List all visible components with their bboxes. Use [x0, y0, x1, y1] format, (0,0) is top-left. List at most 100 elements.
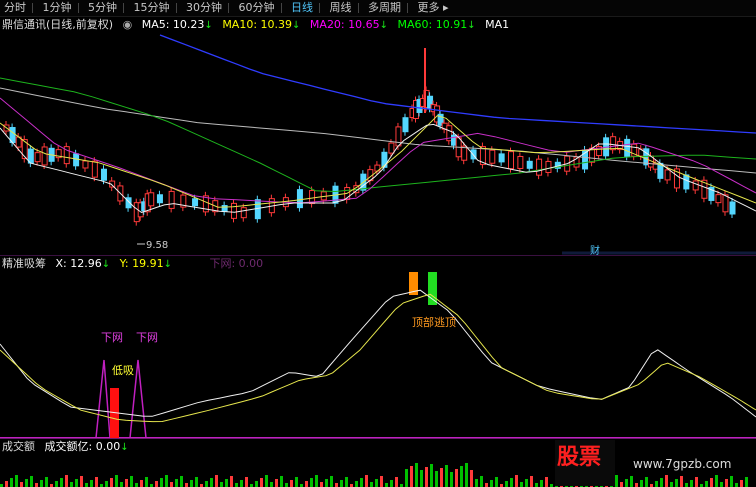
volume-bar [30, 476, 33, 487]
volume-bar [740, 480, 743, 487]
ma-extra-label: MA1 [485, 18, 510, 31]
volume-bar [95, 477, 98, 487]
volume-bar [320, 482, 323, 487]
indicator-x-arrow-icon: ↓ [101, 259, 111, 270]
indicator-header: 精准吸筹 X: 12.96↓ Y: 19.91↓ 下网: 0.00 [0, 256, 756, 272]
volume-bar [680, 476, 683, 487]
volume-bar [175, 479, 178, 487]
watermark-url: www.7gpzb.com [633, 457, 732, 471]
indicator-y-value: Y: 19.91 [119, 257, 164, 270]
volume-bar [470, 470, 473, 487]
volume-bar [710, 478, 713, 487]
ma60-line [0, 77, 756, 193]
volume-bar [195, 477, 198, 487]
volume-bar [215, 475, 218, 487]
indicator-faint-label: 下网: 0.00 [209, 257, 264, 270]
candle-body [296, 189, 303, 209]
candle-body [388, 142, 395, 154]
indicator-chart[interactable]: 下网 下网 低吸 顶部逃顶 [0, 272, 756, 438]
candle-body [156, 194, 163, 204]
volume-bar [405, 469, 408, 487]
top-signal-green-bar [428, 272, 437, 305]
volume-bar [205, 481, 208, 487]
volume-bar [525, 479, 528, 487]
volume-bar [720, 482, 723, 487]
volume-bar [730, 476, 733, 487]
tab-more-label: 更多 [417, 1, 440, 14]
volume-bar [305, 481, 308, 487]
candle-body [91, 160, 98, 178]
down-net-label-2: 下网 [136, 331, 158, 344]
volume-bar [385, 483, 388, 487]
volume-bar [180, 476, 183, 487]
watermark-brand: 股票 [557, 445, 601, 470]
tab-15min[interactable]: 15分钟 [130, 0, 174, 16]
volume-bar [105, 481, 108, 487]
tab-weekly[interactable]: 周线 [326, 0, 356, 16]
fin-report-marker[interactable]: 财 [590, 244, 600, 255]
tab-30min[interactable]: 30分钟 [182, 0, 226, 16]
volume-bar [270, 482, 273, 487]
volume-bar [380, 476, 383, 487]
volume-bar [80, 476, 83, 487]
volume-bar [365, 475, 368, 487]
volume-bar [130, 476, 133, 487]
volume-bar [625, 479, 628, 487]
ma60-label: MA60: 10.91↓ [398, 17, 476, 33]
ma-long-line [159, 34, 756, 134]
volume-bar [425, 467, 428, 487]
candle-body [517, 155, 524, 169]
candle-body [82, 160, 89, 169]
volume-bar [325, 479, 328, 487]
tab-5min[interactable]: 5分钟 [84, 0, 121, 16]
candle-body [230, 202, 237, 219]
candle-body [729, 201, 736, 215]
tab-1min[interactable]: 1分钟 [39, 0, 76, 16]
ma-gray-line [0, 87, 756, 174]
volume-arrow-icon: ↓ [120, 442, 129, 453]
volume-bar [705, 481, 708, 487]
volume-bar [135, 483, 138, 487]
volume-bar [390, 480, 393, 487]
volume-bar [5, 481, 8, 487]
candle-body [461, 145, 468, 161]
volume-bar [45, 477, 48, 487]
settings-circle-icon[interactable]: ◉ [123, 17, 133, 33]
volume-bar [355, 481, 358, 487]
tab-separator [407, 3, 408, 13]
volume-bar [85, 483, 88, 487]
volume-bar [310, 478, 313, 487]
volume-bar [620, 482, 623, 487]
volume-bar [690, 480, 693, 487]
tab-multi-period[interactable]: 多周期 [364, 0, 405, 16]
volume-bar [290, 480, 293, 487]
volume-bar [630, 476, 633, 487]
volume-bar [35, 483, 38, 487]
volume-bar [60, 478, 63, 487]
tab-separator [357, 3, 359, 13]
volume-bar [665, 475, 668, 487]
volume-bar [110, 478, 113, 487]
volume-bar [510, 478, 513, 487]
candle-body [192, 198, 199, 207]
volume-bar [725, 479, 728, 487]
tab-more[interactable]: 更多 ▸ [414, 0, 453, 16]
volume-bar [655, 481, 658, 487]
tab-60min[interactable]: 60分钟 [235, 0, 279, 16]
volume-bar [10, 478, 13, 487]
volume-bar [420, 470, 423, 487]
down-net-label-1: 下网 [101, 331, 123, 344]
volume-bar [540, 480, 543, 487]
volume-bar [660, 478, 663, 487]
tab-daily[interactable]: 日线 [287, 0, 317, 16]
tab-intraday[interactable]: 分时 [0, 0, 30, 16]
indicator-name: 精准吸筹 [2, 257, 46, 270]
candle-body [489, 149, 496, 164]
candlestick-chart[interactable]: 9.58 财 [0, 33, 756, 255]
candle-body [624, 138, 631, 157]
volume-bar [75, 479, 78, 487]
volume-bar [370, 482, 373, 487]
volume-bar [20, 482, 23, 487]
ma10-arrow-icon: ↓ [292, 20, 301, 31]
volume-bar [230, 476, 233, 487]
